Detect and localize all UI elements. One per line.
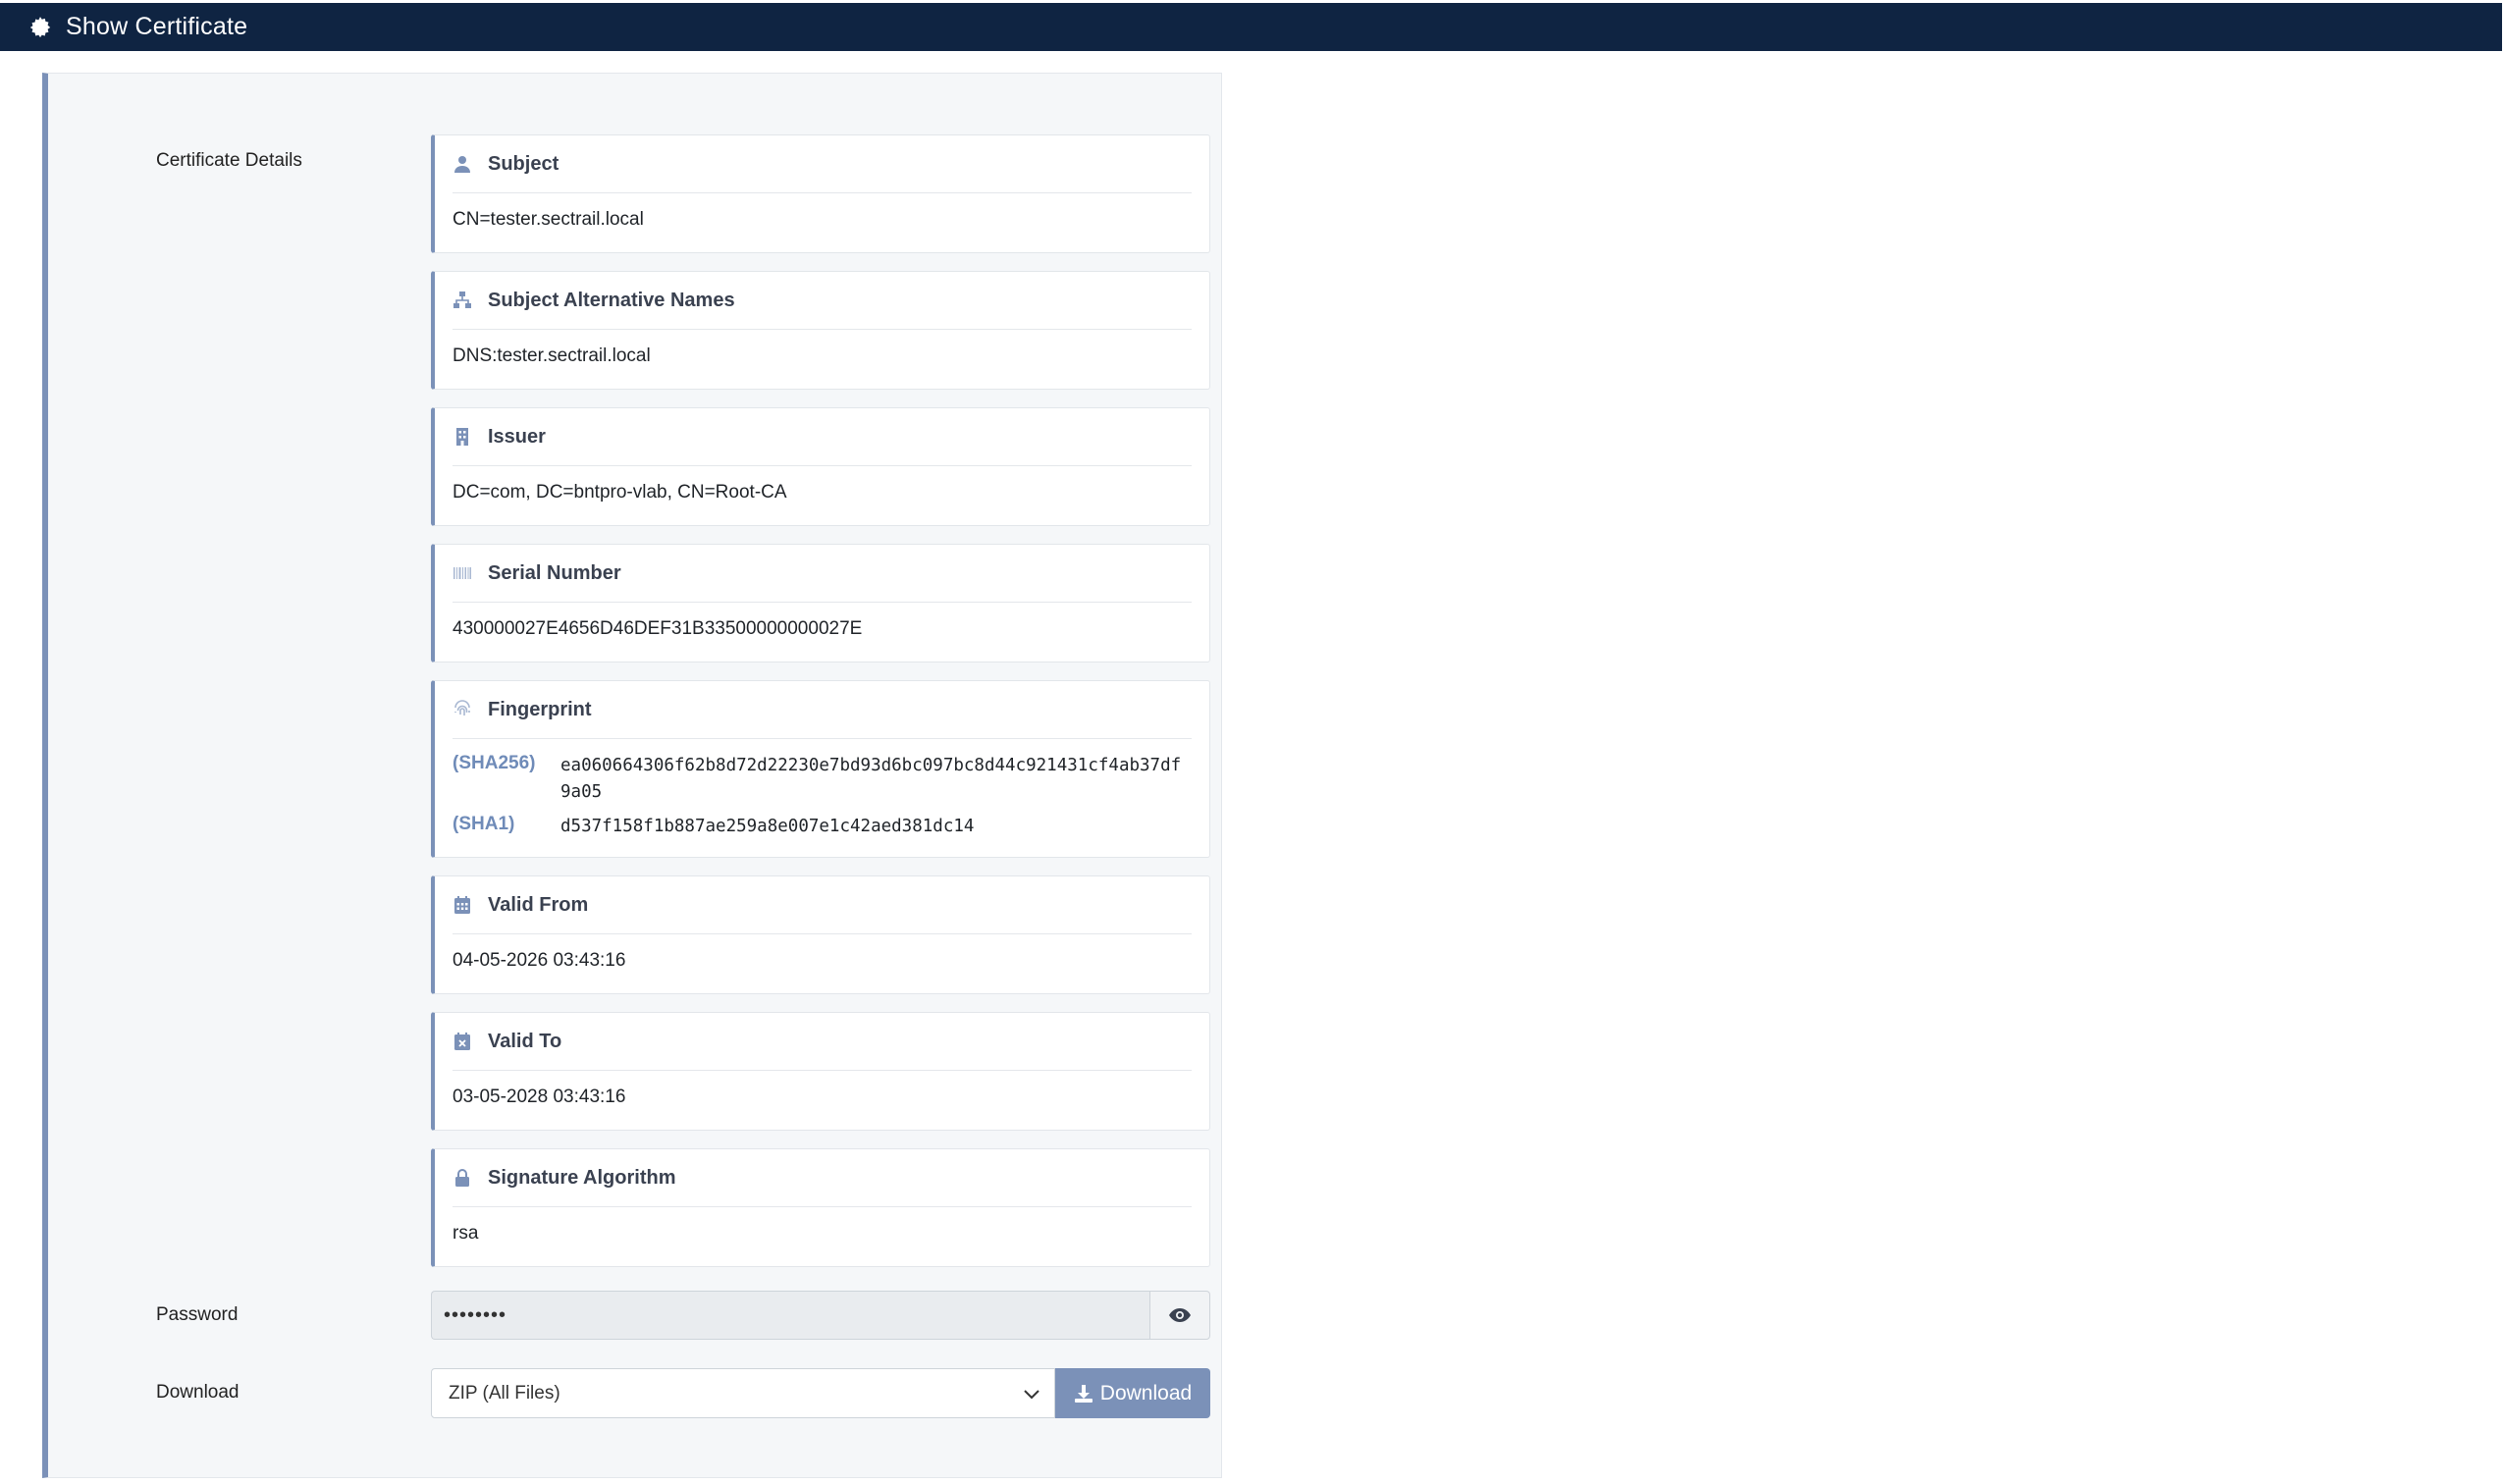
issuer-card: Issuer DC=com, DC=bntpro-vlab, CN=Root-C…: [431, 407, 1210, 526]
download-group: ZIP (All Files) Download: [431, 1368, 1210, 1418]
fingerprint-icon: [454, 700, 470, 716]
chevron-down-icon: [1024, 1389, 1039, 1399]
serial-title: Serial Number: [488, 561, 621, 584]
san-value: DNS:tester.sectrail.local: [453, 345, 651, 366]
fingerprint-card: Fingerprint (SHA256) ea060664306f62b8d72…: [431, 680, 1210, 858]
valid-from-value: 04-05-2026 03:43:16: [453, 950, 626, 971]
subject-card: Subject CN=tester.sectrail.local: [431, 134, 1210, 253]
download-icon: [1074, 1384, 1093, 1403]
sha1-value: d537f158f1b887ae259a8e007e1c42aed381dc14: [560, 817, 975, 836]
sitemap-icon: [453, 292, 471, 308]
certificate-details-label: Certificate Details: [156, 150, 302, 171]
signature-algorithm-value: rsa: [453, 1223, 479, 1244]
san-title: Subject Alternative Names: [488, 289, 735, 311]
barcode-icon: [453, 567, 471, 579]
sha1-row: (SHA1) d537f158f1b887ae259a8e007e1c42aed…: [453, 814, 1192, 840]
subject-value: CN=tester.sectrail.local: [453, 209, 644, 230]
sha1-label: (SHA1): [453, 814, 515, 834]
valid-to-card: Valid To 03-05-2028 03:43:16: [431, 1012, 1210, 1131]
serial-card: Serial Number 430000027E4656D46DEF31B335…: [431, 544, 1210, 662]
issuer-value: DC=com, DC=bntpro-vlab, CN=Root-CA: [453, 482, 787, 503]
san-card: Subject Alternative Names DNS:tester.sec…: [431, 271, 1210, 390]
calendar-x-icon: [454, 1033, 470, 1050]
signature-algorithm-card: Signature Algorithm rsa: [431, 1148, 1210, 1267]
valid-to-value: 03-05-2028 03:43:16: [453, 1086, 626, 1107]
serial-value: 430000027E4656D46DEF31B33500000000027E: [453, 618, 863, 639]
sha256-label: (SHA256): [453, 753, 536, 773]
password-label: Password: [156, 1304, 239, 1325]
download-button[interactable]: Download: [1055, 1368, 1210, 1418]
sha256-value: ea060664306f62b8d72d22230e7bd93d6bc097bc…: [560, 756, 1182, 802]
gear-icon: [29, 16, 51, 37]
subject-title: Subject: [488, 152, 560, 175]
certificate-panel: Certificate Details Subject CN=tester.se…: [42, 73, 1222, 1478]
eye-icon: [1169, 1308, 1191, 1322]
page-header: Show Certificate: [0, 3, 2502, 51]
fingerprint-title: Fingerprint: [488, 698, 592, 720]
calendar-icon: [454, 896, 470, 914]
user-icon: [454, 156, 470, 173]
lock-icon: [455, 1169, 469, 1187]
download-format-select[interactable]: ZIP (All Files): [431, 1368, 1055, 1418]
valid-from-title: Valid From: [488, 893, 589, 916]
download-button-label: Download: [1099, 1381, 1193, 1404]
signature-algorithm-title: Signature Algorithm: [488, 1166, 676, 1189]
download-format-value: ZIP (All Files): [449, 1382, 560, 1404]
page-title: Show Certificate: [66, 13, 248, 40]
valid-to-title: Valid To: [488, 1030, 562, 1052]
show-password-button[interactable]: [1149, 1291, 1210, 1340]
issuer-title: Issuer: [488, 425, 546, 448]
sha256-row: (SHA256) ea060664306f62b8d72d22230e7bd93…: [453, 753, 1192, 806]
password-group: ••••••••: [431, 1291, 1210, 1340]
download-label: Download: [156, 1382, 240, 1403]
building-icon: [456, 428, 468, 446]
valid-from-card: Valid From 04-05-2026 03:43:16: [431, 875, 1210, 994]
password-field[interactable]: ••••••••: [431, 1291, 1149, 1340]
